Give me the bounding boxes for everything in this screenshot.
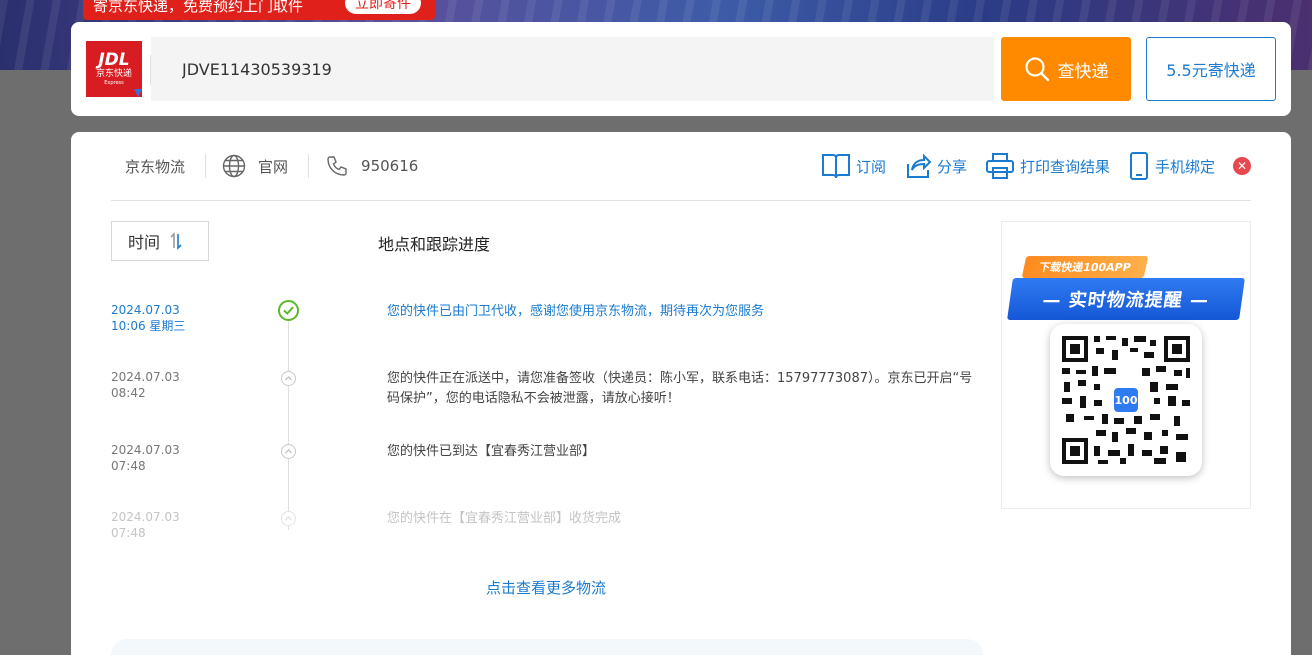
date: 2024.07.03 (111, 303, 180, 317)
result-card: 京东物流 官网 950616 订阅 分享 打印查询结果 手机绑定 ✕ 时间 地点… (71, 132, 1291, 655)
search-card: JDL 京东快递 Express 查快递 5.5元寄快递 (71, 22, 1291, 116)
qr-banner: — 实时物流提醒 — (1007, 278, 1245, 320)
book-icon (821, 154, 850, 179)
sort-arrows-icon (170, 232, 182, 250)
timeline-date: 2024.07.03 10:06 星期三 (111, 302, 185, 334)
promo-send-button[interactable]: 立即寄件 (345, 0, 421, 14)
date: 2024.07.03 (111, 443, 180, 457)
share-icon (906, 153, 932, 178)
column-title: 地点和跟踪进度 (378, 235, 491, 254)
tracking-number-input[interactable] (151, 37, 994, 101)
time: 07:48 (111, 459, 146, 473)
bind-phone-label: 手机绑定 (1154, 157, 1215, 176)
date: 2024.07.03 (111, 510, 180, 524)
chevron-up-icon (281, 371, 296, 386)
logo-en-text: Express (104, 80, 124, 86)
timeline-text: 您的快件正在派送中，请您准备签收（快递员：陈小军，联系电话：1579777308… (387, 371, 973, 406)
timeline-text: 您的快件已到达【宜春秀江营业部】 (387, 444, 596, 459)
divider (111, 200, 1251, 201)
query-button-label: 查快递 (1057, 61, 1109, 82)
close-icon[interactable]: ✕ (1233, 157, 1251, 175)
qr-download-tag: 下载快递100APP (1021, 256, 1149, 278)
chevron-up-icon (281, 444, 296, 459)
sort-label: 时间 (128, 233, 161, 252)
promo-banner[interactable]: 寄京东快递，免费预约上门取件 立即寄件 (83, 0, 435, 20)
printer-icon (985, 153, 1014, 179)
print-button[interactable]: 打印查询结果 (985, 152, 1110, 180)
bind-phone-button[interactable]: 手机绑定 (1128, 151, 1215, 181)
app-qr-panel[interactable]: 下载快递100APP — 实时物流提醒 — 100 (1001, 221, 1251, 509)
result-actions: 订阅 分享 打印查询结果 手机绑定 ✕ (803, 146, 1251, 186)
mobile-icon (1129, 152, 1148, 180)
share-label: 分享 (936, 157, 967, 176)
result-toolbar: 京东物流 官网 950616 订阅 分享 打印查询结果 手机绑定 ✕ (111, 146, 1251, 186)
promo-text: 寄京东快递，免费预约上门取件 (93, 0, 304, 15)
logo-main-text: JDL (98, 50, 130, 70)
share-button[interactable]: 分享 (904, 152, 967, 180)
timeline-line (288, 314, 289, 530)
timeline-date: 2024.07.03 07:48 (111, 509, 180, 541)
delivered-check-icon (278, 300, 299, 321)
time: 10:06 星期三 (111, 319, 186, 333)
timeline-text: 您的快件在【宜春秀江营业部】收货完成 (387, 511, 622, 526)
timeline-date: 2024.07.03 07:48 (111, 442, 180, 474)
view-more-tracking-link[interactable]: 点击查看更多物流 (486, 577, 606, 598)
timeline-text: 您的快件已由门卫代收，感谢您使用京东物流，期待再次为您服务 (387, 304, 765, 319)
carrier-info: 京东物流 官网 950616 (125, 146, 418, 186)
send-express-button[interactable]: 5.5元寄快递 (1146, 37, 1276, 101)
bottom-panel (111, 639, 983, 655)
carrier-dropdown-icon[interactable] (134, 89, 142, 97)
subscribe-label: 订阅 (855, 157, 886, 176)
subscribe-button[interactable]: 订阅 (821, 152, 886, 180)
divider (308, 154, 310, 178)
official-site-link[interactable]: 官网 (258, 156, 288, 177)
carrier-name: 京东物流 (125, 157, 186, 176)
chevron-up-icon (281, 511, 296, 526)
globe-icon (222, 154, 246, 178)
carrier-phone: 950616 (361, 157, 419, 175)
print-label: 打印查询结果 (1019, 157, 1110, 176)
time: 08:42 (111, 386, 146, 400)
sort-by-time-button[interactable]: 时间 (111, 221, 209, 261)
send-express-label: 5.5元寄快递 (1166, 61, 1256, 80)
timeline-date: 2024.07.03 08:42 (111, 369, 180, 401)
divider (205, 154, 207, 178)
time: 07:48 (111, 526, 146, 540)
search-icon (1024, 57, 1049, 82)
qr-code[interactable]: 100 (1050, 324, 1202, 476)
kuaidi100-logo: 100 (1112, 386, 1140, 414)
query-button[interactable]: 查快递 (1001, 37, 1131, 101)
jdl-logo: JDL 京东快递 Express (86, 41, 142, 97)
logo-sub-text: 京东快递 (95, 69, 132, 79)
phone-icon (325, 154, 349, 178)
date: 2024.07.03 (111, 370, 180, 384)
